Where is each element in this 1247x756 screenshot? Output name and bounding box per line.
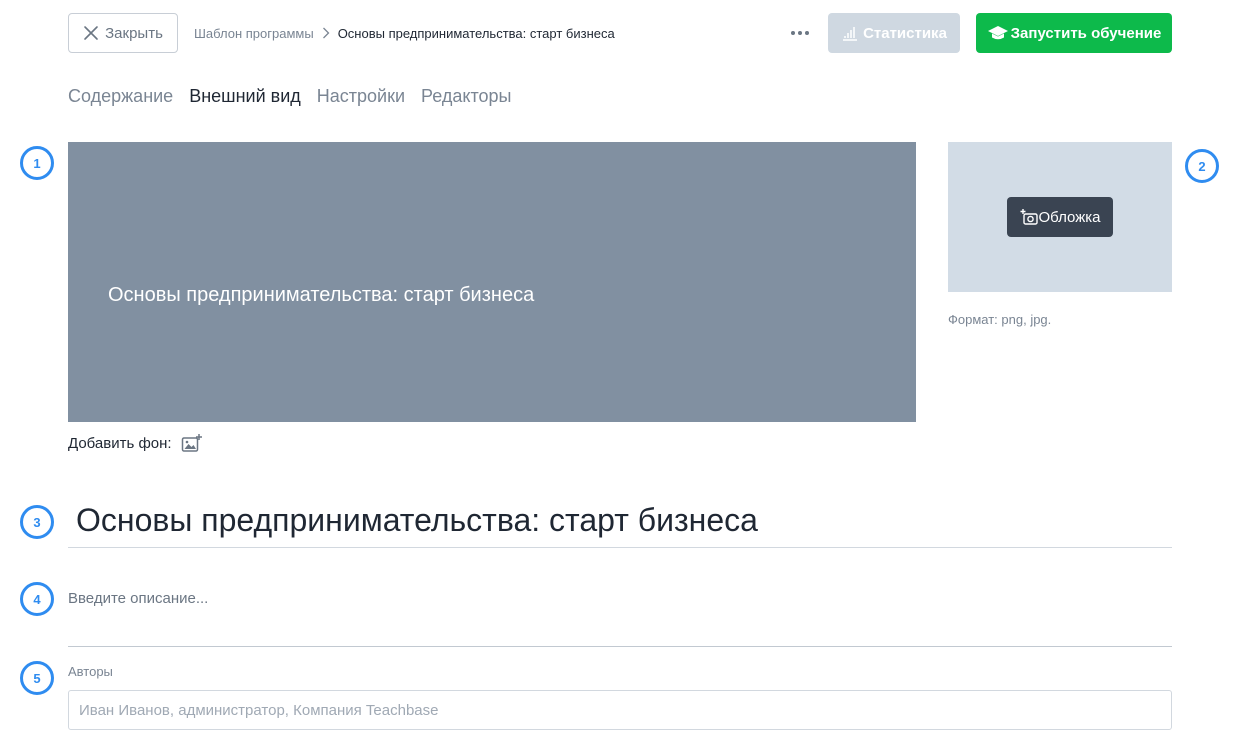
description-field[interactable]: Введите описание... (68, 584, 1172, 647)
tabs-bar: Содержание Внешний вид Настройки Редакто… (68, 86, 511, 110)
add-photo-icon (1020, 208, 1038, 226)
marker-4: 4 (20, 582, 54, 616)
add-background-row: Добавить фон: (68, 432, 203, 454)
close-button[interactable]: Закрыть (68, 13, 178, 53)
title-field[interactable]: Основы предпринимательства: старт бизнес… (68, 498, 1172, 548)
breadcrumb-current: Основы предпринимательства: старт бизнес… (337, 25, 615, 41)
dot (805, 31, 809, 35)
statistics-button-label: Статистика (863, 24, 947, 42)
close-icon (83, 25, 99, 41)
breadcrumb-parent-link[interactable]: Шаблон программы (194, 26, 314, 41)
cover-preview: Обложка (948, 142, 1172, 292)
marker-2: 2 (1185, 149, 1219, 183)
marker-5: 5 (20, 661, 54, 695)
add-image-icon[interactable] (181, 433, 203, 453)
dot (798, 31, 802, 35)
cover-upload-button[interactable]: Обложка (1007, 197, 1113, 237)
marker-1: 1 (20, 146, 54, 180)
cover-upload-label: Обложка (1038, 208, 1101, 226)
marker-3: 3 (20, 505, 54, 539)
tab-appearance[interactable]: Внешний вид (189, 86, 301, 110)
tab-settings[interactable]: Настройки (317, 86, 405, 110)
tab-editors[interactable]: Редакторы (421, 86, 511, 110)
bar-chart-icon (841, 25, 859, 41)
launch-training-button[interactable]: Запустить обучение (976, 13, 1172, 53)
authors-input[interactable] (68, 690, 1172, 730)
breadcrumb: Шаблон программы Основы предпринимательс… (194, 24, 615, 42)
statistics-button[interactable]: Статистика (828, 13, 960, 53)
close-button-label: Закрыть (105, 24, 163, 42)
authors-label: Авторы (68, 664, 113, 679)
tab-content[interactable]: Содержание (68, 86, 173, 110)
chevron-right-icon (314, 26, 338, 40)
dot (791, 31, 795, 35)
launch-training-button-label: Запустить обучение (1010, 24, 1162, 42)
banner-title: Основы предпринимательства: старт бизнес… (108, 284, 535, 306)
title-input-value: Основы предпринимательства: старт бизнес… (76, 502, 758, 538)
description-placeholder: Введите описание... (68, 590, 209, 607)
graduation-cap-icon (987, 24, 1009, 42)
add-background-label: Добавить фон: (68, 434, 172, 452)
cover-format-hint: Формат: png, jpg. (948, 312, 1052, 327)
more-options-button[interactable] (786, 22, 814, 44)
top-bar: Закрыть Шаблон программы Основы предприн… (0, 0, 1247, 64)
banner-preview[interactable]: Основы предпринимательства: старт бизнес… (68, 142, 916, 422)
